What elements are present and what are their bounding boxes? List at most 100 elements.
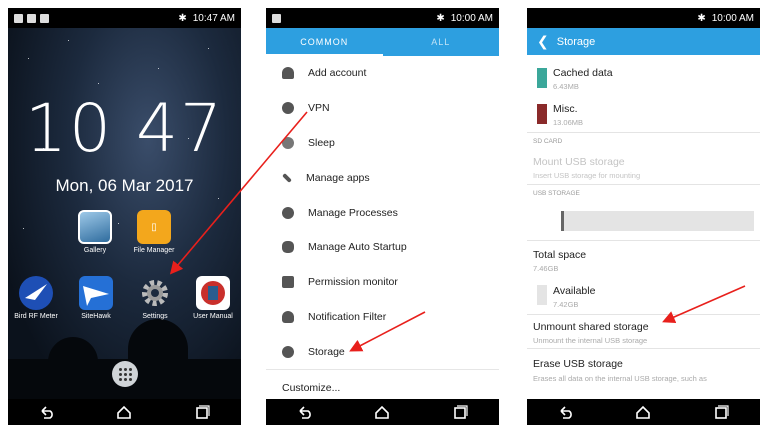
settings-menu: Add account VPN Sleep Manage apps Manage… <box>266 56 499 405</box>
section-header-sd: SD CARD <box>533 138 563 145</box>
app-sitehawk[interactable]: SiteHawk <box>72 276 120 320</box>
status-time: 10:47 AM <box>192 12 235 24</box>
navigation-bar <box>266 399 499 425</box>
app-user-manual[interactable]: User Manual <box>189 276 237 320</box>
app-settings[interactable]: Settings <box>131 276 179 320</box>
unmount-storage-title[interactable]: Unmount shared storage <box>533 321 649 333</box>
bluetooth-icon: ✱ <box>436 12 445 24</box>
settings-tabs: COMMON ALL <box>266 28 499 56</box>
recents-icon[interactable] <box>452 405 468 419</box>
erase-usb-title[interactable]: Erase USB storage <box>533 358 623 370</box>
app-drawer-button[interactable] <box>112 361 138 387</box>
menu-item-add-account[interactable]: Add account <box>266 56 499 91</box>
menu-item-manage-apps[interactable]: Manage apps <box>266 160 499 195</box>
menu-item-label: Add account <box>308 67 367 80</box>
page-title: Storage <box>556 35 596 48</box>
app-bird-rf-meter[interactable]: Bird RF Meter <box>12 276 60 320</box>
menu-item-label: Storage <box>308 345 345 358</box>
app-file-manager[interactable]: ▯ File Manager <box>130 210 178 254</box>
recents-icon[interactable] <box>194 405 210 419</box>
processes-icon <box>282 206 294 219</box>
storage-phone: ✱ 10:00 AM ❮ Storage Cached data 6.43MB … <box>527 8 760 425</box>
gallery-icon <box>78 210 112 244</box>
total-space-size: 7.46GB <box>533 264 559 273</box>
available-title: Available <box>553 285 596 297</box>
notification-filter-icon <box>282 310 294 323</box>
auto-startup-icon <box>282 241 294 254</box>
manage-apps-icon <box>282 172 292 183</box>
vpn-icon <box>282 102 294 115</box>
menu-item-permission-monitor[interactable]: Permission monitor <box>266 265 499 300</box>
notification-icon <box>27 13 36 23</box>
file-manager-icon: ▯ <box>137 210 171 244</box>
menu-item-label: Manage apps <box>306 171 370 184</box>
home-icon[interactable] <box>116 405 132 419</box>
misc-size: 13.06MB <box>553 118 584 127</box>
back-icon[interactable] <box>39 405 55 419</box>
misc-title[interactable]: Misc. <box>553 103 578 115</box>
wallpaper <box>8 28 241 399</box>
permission-icon <box>282 276 294 289</box>
notification-icon <box>14 13 23 23</box>
status-bar: ✱ 10:00 AM <box>527 8 760 28</box>
unmount-storage-sub: Unmount the internal USB storage <box>533 336 648 345</box>
home-icon[interactable] <box>374 405 390 419</box>
menu-item-label: Customize... <box>282 381 341 394</box>
app-label: Gallery <box>83 247 107 254</box>
menu-item-vpn[interactable]: VPN <box>266 91 499 126</box>
menu-item-sleep[interactable]: Sleep <box>266 126 499 161</box>
cached-data-size: 6.43MB <box>553 82 579 91</box>
mount-usb-sub: Insert USB storage for mounting <box>533 171 641 180</box>
back-icon[interactable] <box>558 405 574 419</box>
bird-rf-meter-icon <box>19 276 53 310</box>
mount-usb-title: Mount USB storage <box>533 156 625 168</box>
date-widget: Mon, 06 Mar 2017 <box>55 176 194 195</box>
cached-data-title[interactable]: Cached data <box>553 67 613 79</box>
cached-data-swatch <box>537 68 547 88</box>
add-account-icon <box>282 67 294 80</box>
storage-icon <box>282 345 294 358</box>
sitehawk-icon <box>79 276 113 310</box>
app-label: SiteHawk <box>81 313 111 320</box>
menu-item-label: Notification Filter <box>308 310 387 323</box>
tab-common[interactable]: COMMON <box>266 28 383 56</box>
back-icon[interactable] <box>297 405 313 419</box>
menu-item-storage[interactable]: Storage <box>266 334 499 369</box>
status-bar: ✱ 10:00 AM <box>266 8 499 28</box>
navigation-bar <box>527 399 760 425</box>
menu-item-label: VPN <box>308 102 330 115</box>
menu-item-label: Sleep <box>308 136 335 149</box>
total-space-title: Total space <box>533 249 587 261</box>
settings-phone: ✱ 10:00 AM COMMON ALL Add account VPN Sl… <box>266 8 499 425</box>
notification-icon <box>40 13 49 23</box>
app-gallery[interactable]: Gallery <box>71 210 119 254</box>
status-time: 10:00 AM <box>450 12 493 24</box>
user-manual-icon <box>196 276 230 310</box>
storage-usage-bar <box>561 211 754 231</box>
misc-swatch <box>537 104 547 124</box>
home-icon[interactable] <box>635 405 651 419</box>
status-bar: ✱ 10:47 AM <box>8 8 241 28</box>
menu-item-notification-filter[interactable]: Notification Filter <box>266 300 499 335</box>
available-swatch <box>537 285 547 305</box>
notification-icon <box>272 13 281 23</box>
menu-item-label: Manage Processes <box>308 206 398 219</box>
settings-gear-icon <box>138 276 172 310</box>
action-bar: ❮ Storage <box>527 28 760 55</box>
clock-widget[interactable]: 10 47 <box>8 90 241 167</box>
menu-item-auto-startup[interactable]: Manage Auto Startup <box>266 230 499 265</box>
status-time: 10:00 AM <box>711 12 754 24</box>
bluetooth-icon: ✱ <box>697 12 706 24</box>
erase-usb-sub: Erases all data on the internal USB stor… <box>533 374 707 383</box>
navigation-bar <box>8 399 241 425</box>
menu-item-manage-processes[interactable]: Manage Processes <box>266 195 499 230</box>
sleep-icon <box>282 136 294 149</box>
back-arrow-icon[interactable]: ❮ <box>537 33 549 50</box>
tab-all[interactable]: ALL <box>383 28 500 56</box>
app-label: File Manager <box>133 247 175 254</box>
app-label: Bird RF Meter <box>14 313 58 320</box>
bluetooth-icon: ✱ <box>178 12 187 24</box>
home-screen-phone: ✱ 10:47 AM 10 47 Mon, 06 Mar 2017 Galler… <box>8 8 241 425</box>
available-size: 7.42GB <box>553 300 579 309</box>
recents-icon[interactable] <box>713 405 729 419</box>
